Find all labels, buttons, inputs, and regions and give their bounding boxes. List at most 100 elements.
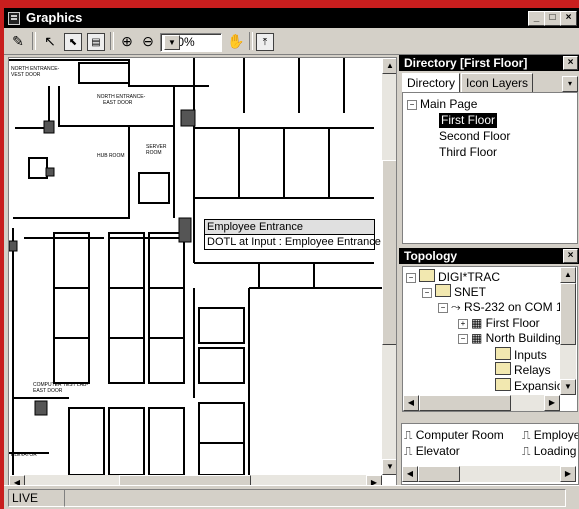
legend-label: Employe (533, 428, 579, 442)
pan-hand-icon[interactable]: ✋ (226, 31, 246, 51)
go-up-icon[interactable]: ⤒ (256, 33, 274, 51)
scroll-down-icon[interactable]: ▼ (382, 459, 396, 475)
toolbar: ✎ ↖ ⬉ ▤ ⊕ ⊖ 100% ▼ ✋ ⤒ (4, 28, 579, 55)
svg-text:EAST DOOR: EAST DOOR (103, 100, 133, 106)
topology-item[interactable]: − DIGI*TRAC (406, 269, 500, 285)
close-icon[interactable]: × (563, 56, 578, 70)
topology-label: SNET (454, 285, 487, 299)
toolbar-separator (110, 32, 114, 50)
directory-tree: − Main Page First Floor Second Floor Thir… (402, 92, 578, 244)
zoom-out-icon[interactable]: ⊖ (138, 31, 158, 51)
properties-icon[interactable]: ▤ (87, 33, 105, 51)
svg-text:ELEVATOR: ELEVATOR (11, 452, 37, 458)
tab-menu-icon[interactable]: ▾ (562, 76, 578, 92)
select-tool-icon[interactable]: ⬉ (64, 33, 82, 51)
legend-label: Loading (533, 444, 577, 458)
folder-icon (495, 378, 511, 391)
directory-title: Directory [First Floor] (404, 56, 528, 70)
toolbar-separator (32, 32, 36, 50)
graphics-window: Graphics _ □ × ✎ ↖ ⬉ ▤ ⊕ ⊖ 100% ▼ ✋ ⤒ (4, 8, 579, 509)
window-title: Graphics (26, 10, 83, 25)
topology-label: North Building (485, 331, 562, 345)
toolbar-separator (249, 32, 253, 50)
minimize-button[interactable]: _ (528, 11, 545, 26)
legend-horizontal-scrollbar[interactable]: ◀ ▶ (402, 466, 576, 482)
door-icon: ⎍ (404, 428, 416, 442)
folder-icon (495, 347, 511, 360)
scroll-left-icon[interactable]: ◀ (402, 466, 418, 482)
topology-item[interactable]: Expansion (495, 378, 570, 394)
tooltip-title: Employee Entrance (207, 221, 303, 233)
scroll-up-icon[interactable]: ▲ (560, 267, 576, 283)
topology-hscroll-thumb[interactable] (419, 395, 511, 411)
close-icon[interactable]: × (563, 249, 578, 263)
app-icon (8, 12, 20, 25)
topology-tree: − DIGI*TRAC − SNET − ⤳ RS-232 on COM 1 + ▦ F… (402, 266, 578, 412)
topology-label: First Floor (485, 316, 540, 330)
legend-label: Computer Room (415, 428, 504, 442)
status-panel (64, 489, 566, 507)
scroll-right-icon[interactable]: ▶ (544, 395, 560, 411)
icon-legend-panel: ⎍ Computer Room ⎍ Employe ⎍ Elevator ⎍ L… (401, 423, 579, 485)
map-vscroll-thumb[interactable] (382, 160, 396, 345)
floor-plan-drawing: NORTH ENTRANCE- VEST DOOR NORTH ENTRANCE… (9, 58, 382, 475)
folder-icon (419, 269, 435, 282)
status-bar: LIVE (4, 485, 579, 509)
scroll-right-icon[interactable]: ▶ (560, 466, 576, 482)
map-tooltip: Employee Entrance DOTL at Input : Employ… (204, 219, 381, 250)
topology-vertical-scrollbar[interactable]: ▲ ▼ (560, 267, 576, 395)
legend-item[interactable]: ⎍ Elevator (404, 444, 460, 459)
scroll-down-icon[interactable]: ▼ (560, 379, 576, 395)
close-button[interactable]: × (560, 11, 577, 26)
topology-header: Topology × (399, 248, 579, 264)
link-icon: ⤳ (451, 300, 464, 314)
tree-item-third-floor[interactable]: Third Floor (439, 145, 497, 160)
title-bar[interactable]: Graphics _ □ × (4, 8, 579, 28)
zoom-in-icon[interactable]: ⊕ (117, 31, 137, 51)
scroll-up-icon[interactable]: ▲ (382, 58, 396, 74)
topology-item[interactable]: − ▦ North Building (458, 331, 561, 346)
status-text: LIVE (8, 489, 65, 507)
directory-panel: Directory [First Floor] × Directory Icon… (399, 55, 579, 245)
topology-label: Relays (514, 363, 551, 377)
legend-item[interactable]: ⎍ Computer Room (404, 428, 504, 443)
topology-item[interactable]: − ⤳ RS-232 on COM 1 (438, 300, 563, 315)
floor-plan-view[interactable]: NORTH ENTRANCE- VEST DOOR NORTH ENTRANCE… (8, 57, 397, 492)
directory-header: Directory [First Floor] × (399, 55, 579, 71)
edit-icon[interactable]: ✎ (8, 31, 28, 51)
topology-item[interactable]: Relays (495, 362, 551, 378)
building-icon: ▦ (471, 331, 486, 345)
legend-item[interactable]: ⎍ Loading (522, 444, 576, 459)
legend-label: Elevator (415, 444, 460, 458)
topology-label: DIGI*TRAC (438, 270, 501, 284)
legend-hscroll-thumb[interactable] (418, 466, 460, 482)
map-vertical-scrollbar[interactable]: ▲ ▼ (382, 58, 396, 475)
chevron-down-icon[interactable]: ▼ (164, 35, 180, 50)
zoom-select[interactable]: 100% ▼ (160, 33, 222, 52)
legend-item[interactable]: ⎍ Employe (522, 428, 579, 443)
topology-vscroll-thumb[interactable] (560, 283, 576, 345)
svg-text:ROOM: ROOM (146, 150, 162, 156)
scroll-left-icon[interactable]: ◀ (403, 395, 419, 411)
maximize-button[interactable]: □ (544, 11, 561, 26)
tooltip-detail: DOTL at Input : Employee Entrance (205, 234, 381, 249)
folder-icon (435, 284, 451, 297)
building-icon: ▦ (471, 316, 486, 330)
pointer-icon[interactable]: ↖ (40, 31, 60, 51)
tree-root[interactable]: − Main Page (407, 97, 477, 112)
folder-icon (495, 362, 511, 375)
topology-panel: Topology × − DIGI*TRAC − SNET − ⤳ RS-232 on… (399, 248, 579, 420)
tab-directory[interactable]: Directory (402, 73, 461, 92)
topology-item[interactable]: Inputs (495, 347, 547, 363)
door-icon: ⎍ (522, 444, 534, 458)
tab-icon-layers[interactable]: Icon Layers (461, 73, 534, 92)
tree-item-second-floor[interactable]: Second Floor (439, 129, 510, 144)
tree-root-label: Main Page (420, 97, 478, 111)
topology-label: Inputs (514, 348, 547, 362)
svg-text:HUB ROOM: HUB ROOM (97, 153, 125, 159)
topology-horizontal-scrollbar[interactable]: ◀ ▶ (403, 395, 560, 411)
topology-item[interactable]: − SNET (422, 284, 486, 300)
topology-item[interactable]: + ▦ First Floor (458, 316, 540, 331)
topology-title: Topology (404, 249, 458, 263)
tree-item-first-floor[interactable]: First Floor (439, 113, 497, 128)
